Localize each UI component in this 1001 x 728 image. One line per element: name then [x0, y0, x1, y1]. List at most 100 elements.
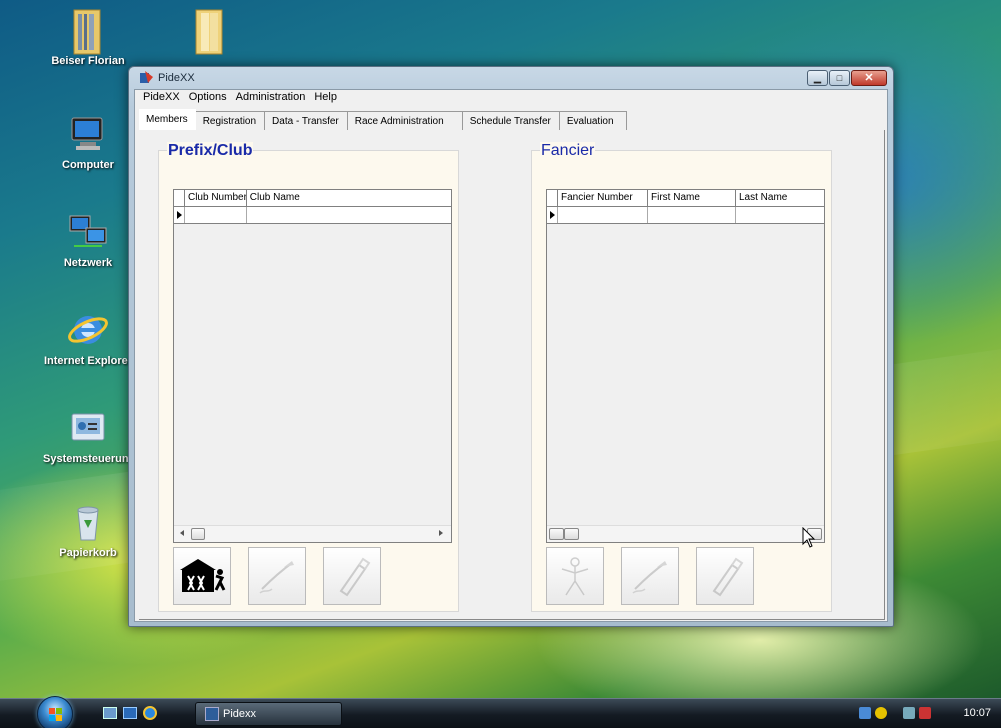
desktop-icon-label: Computer [62, 159, 114, 171]
edit-fancier-button[interactable] [621, 547, 679, 605]
cell-club-name[interactable] [247, 207, 451, 223]
row-header-cell [174, 190, 185, 207]
folder-icon [188, 8, 232, 55]
fancier-grid-horizontal-scrollbar[interactable] [547, 525, 824, 542]
delete-eraser-icon [339, 557, 371, 597]
title-bar[interactable]: PideXX ▁ □ ✕ [129, 67, 893, 89]
desktop-icon-internet-explorer[interactable]: Internet Explorer [43, 308, 133, 367]
window-client-area: PideXX Options Administration Help Membe… [134, 89, 888, 622]
scroll-right-icon[interactable] [439, 530, 443, 536]
tab-race-administration[interactable]: Race Administration [347, 111, 463, 131]
table-row[interactable] [174, 207, 451, 224]
row-header-cell [547, 190, 558, 207]
network-icon [66, 210, 110, 254]
fancier-group: Fancier Fancier Number First Name Last N… [531, 142, 832, 612]
maximize-icon: □ [836, 72, 843, 83]
menu-pidexx[interactable]: PideXX [139, 90, 185, 106]
add-fancier-button[interactable] [546, 547, 604, 605]
members-tab-page: Prefix/Club Club Number Club Name Fancie… [139, 130, 885, 620]
desktop-icon-label: Systemsteuerung [43, 453, 136, 465]
table-row[interactable] [547, 207, 824, 224]
switch-windows-icon[interactable] [123, 707, 137, 719]
app-icon [140, 71, 154, 84]
club-grid-header: Club Number Club Name [174, 190, 451, 207]
column-header-club-name[interactable]: Club Name [247, 190, 451, 207]
tab-schedule-transfer[interactable]: Schedule Transfer [462, 111, 560, 131]
menu-administration[interactable]: Administration [232, 90, 311, 106]
control-panel-icon [66, 406, 110, 450]
close-icon: ✕ [864, 71, 874, 84]
desktop-icon-computer[interactable]: Computer [43, 112, 133, 171]
desktop: Beiser Florian Computer Netzwerk Interne… [0, 0, 1001, 698]
mouse-cursor-icon [802, 527, 816, 548]
edit-club-button[interactable] [248, 547, 306, 605]
scroll-thumb[interactable] [191, 528, 205, 540]
internet-explorer-quicklaunch-icon[interactable] [143, 706, 157, 720]
desktop-icon-netzwerk[interactable]: Netzwerk [43, 210, 133, 269]
tab-strip: Members Registration Data - Transfer Rac… [139, 109, 627, 131]
menu-bar: PideXX Options Administration Help [135, 90, 887, 106]
tab-evaluation[interactable]: Evaluation [559, 111, 627, 131]
pidexx-window: PideXX ▁ □ ✕ PideXX Options Administrati… [128, 66, 894, 627]
delete-eraser-icon [712, 557, 744, 597]
scroll-left-icon[interactable] [549, 528, 564, 540]
menu-options[interactable]: Options [185, 90, 232, 106]
network-tray-icon[interactable] [859, 707, 871, 719]
desktop-icon-systemsteuerung[interactable]: Systemsteuerung [43, 406, 136, 465]
cell-fancier-number[interactable] [558, 207, 648, 223]
current-row-arrow-icon [550, 211, 555, 219]
tab-registration[interactable]: Registration [195, 111, 266, 131]
close-button[interactable]: ✕ [851, 70, 887, 86]
person-icon [561, 557, 589, 596]
scroll-thumb[interactable] [564, 528, 579, 540]
row-selector[interactable] [547, 207, 558, 223]
desktop-icon-label: Internet Explorer [43, 355, 133, 367]
delete-club-button[interactable] [323, 547, 381, 605]
connection-tray-icon[interactable] [903, 707, 915, 719]
volume-muted-icon[interactable] [919, 707, 931, 719]
desktop-icon-papierkorb[interactable]: Papierkorb [43, 500, 133, 559]
cell-last-name[interactable] [736, 207, 824, 223]
fancier-grid-header: Fancier Number First Name Last Name [547, 190, 824, 207]
taskbar-button-label: Pidexx [223, 708, 257, 720]
column-header-fancier-number[interactable]: Fancier Number [558, 190, 648, 207]
column-header-last-name[interactable]: Last Name [736, 190, 824, 207]
tab-data-transfer[interactable]: Data - Transfer [265, 111, 348, 131]
club-grid-horizontal-scrollbar[interactable] [174, 525, 451, 542]
desktop-icon-beiser-florian[interactable]: Beiser Florian [43, 8, 133, 67]
computer-icon [66, 112, 110, 156]
show-desktop-icon[interactable] [103, 707, 117, 719]
windows-logo-icon [49, 708, 62, 721]
cell-club-number[interactable] [185, 207, 247, 223]
desktop-icon-label: Papierkorb [59, 547, 117, 559]
desktop-icon-label: Netzwerk [63, 257, 113, 269]
internet-explorer-icon [66, 308, 110, 352]
maximize-button[interactable]: □ [829, 70, 850, 86]
club-house-icon [180, 559, 226, 592]
column-header-first-name[interactable]: First Name [648, 190, 736, 207]
minimize-button[interactable]: ▁ [807, 70, 828, 86]
folder-icon [66, 8, 110, 55]
row-selector[interactable] [174, 207, 185, 223]
fancier-grid[interactable]: Fancier Number First Name Last Name [546, 189, 825, 543]
minimize-icon: ▁ [814, 72, 821, 83]
column-header-club-number[interactable]: Club Number [185, 190, 247, 207]
taskbar: Pidexx 10:07 [0, 696, 1001, 728]
tab-members[interactable]: Members [139, 109, 196, 131]
taskbar-button-pidexx[interactable]: Pidexx [195, 702, 342, 726]
system-tray: 10:07 [851, 699, 1001, 728]
desktop-icon-folder[interactable] [165, 8, 255, 55]
scroll-left-icon[interactable] [180, 530, 184, 536]
start-button[interactable] [37, 696, 73, 728]
delete-fancier-button[interactable] [696, 547, 754, 605]
club-house-button[interactable] [173, 547, 231, 605]
prefix-club-group: Prefix/Club Club Number Club Name [158, 142, 459, 612]
taskbar-clock[interactable]: 10:07 [963, 707, 991, 719]
recycle-bin-icon [66, 500, 110, 544]
club-grid[interactable]: Club Number Club Name [173, 189, 452, 543]
security-tray-icon[interactable] [875, 707, 887, 719]
menu-help[interactable]: Help [310, 90, 342, 106]
prefix-club-title: Prefix/Club [167, 142, 254, 160]
cell-first-name[interactable] [648, 207, 736, 223]
fancier-title: Fancier [540, 142, 596, 160]
